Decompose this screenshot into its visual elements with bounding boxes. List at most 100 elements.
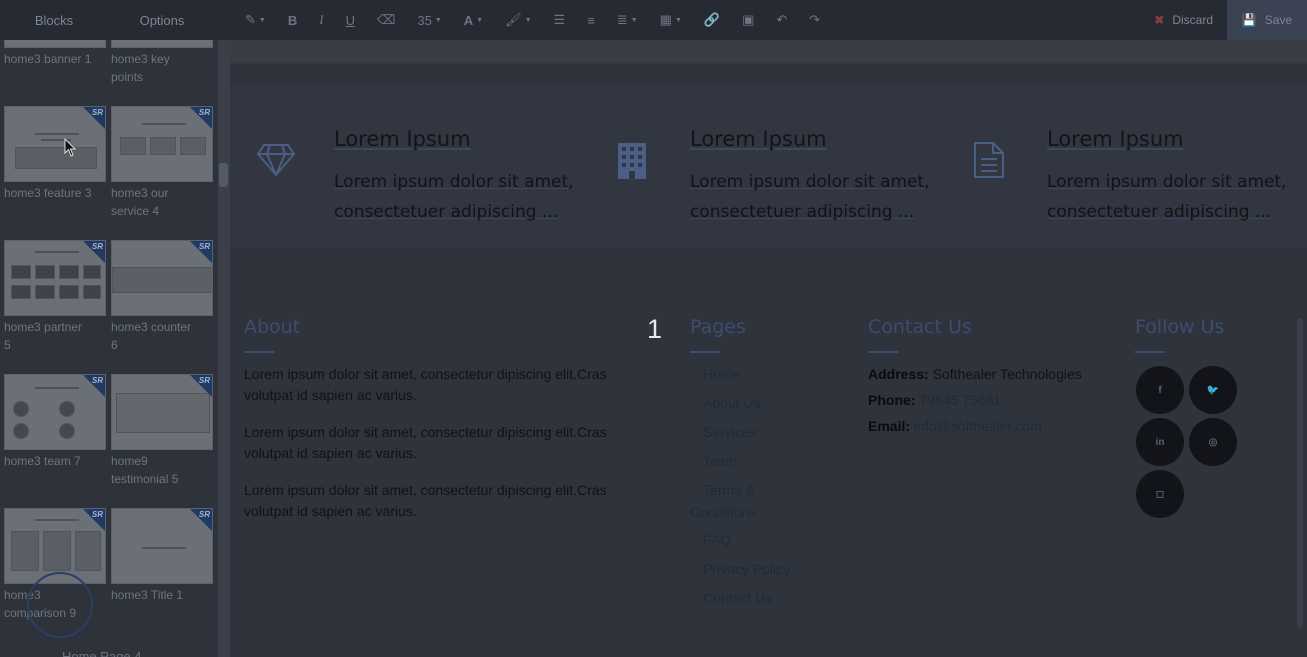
footer-link-team[interactable]: › Team	[690, 451, 830, 473]
block-label: home3 key points	[111, 52, 170, 84]
ordered-list-button[interactable]: ≡	[576, 13, 606, 28]
footer-link-home[interactable]: › Home	[690, 364, 830, 386]
image-button[interactable]: ▣	[731, 12, 765, 28]
link-button[interactable]: 🔗	[693, 12, 731, 28]
align-left-icon: ≣	[616, 12, 628, 27]
chevron-down-icon: ▼	[434, 16, 442, 24]
block-thumbnail: SR	[4, 374, 106, 450]
chevron-right-icon: ›	[690, 563, 694, 577]
footer-link-privacy-policy[interactable]: › Privacy Policy	[690, 559, 830, 581]
footer-link-about-us[interactable]: › About Us	[690, 393, 830, 415]
bold-icon: B	[287, 12, 298, 28]
block-home3-team[interactable]: SR home3 team 7	[4, 374, 106, 470]
tab-options[interactable]: Options	[108, 13, 216, 28]
underline-button[interactable]: U	[335, 13, 366, 28]
sr-logo-icon	[27, 572, 93, 638]
block-home3-counter[interactable]: SR home3 counter 6	[111, 240, 213, 354]
align-dropdown[interactable]: ≣ ▼	[606, 12, 649, 28]
chevron-down-icon: ▼	[524, 16, 532, 24]
chevron-right-icon: ›	[690, 426, 694, 440]
divider	[690, 351, 720, 353]
chevron-down-icon: ▼	[674, 16, 682, 24]
block-label: home3 partner 5	[4, 320, 83, 352]
contact-phone: Phone: 79845 75681	[868, 392, 1002, 408]
sidebar-scrollbar[interactable]	[218, 40, 230, 657]
block-home3-partner[interactable]: SR home3 partner 5	[4, 240, 106, 354]
block-home3-title[interactable]: SR home3 Title 1	[111, 508, 213, 604]
divider	[868, 351, 898, 353]
discard-button[interactable]: ✖ Discard	[1140, 13, 1227, 27]
block-label: home3 banner 1	[4, 52, 92, 66]
highlight-dropdown[interactable]: 🖌 ▼	[494, 12, 542, 28]
block-home3-key-points[interactable]: home3 key points	[111, 40, 213, 86]
redo-icon: ↷	[809, 12, 821, 27]
twitter-icon: 🐦	[1206, 384, 1220, 396]
feature-text: Lorem ipsum dolor sit amet, consectetuer…	[690, 172, 930, 222]
italic-icon: I	[319, 12, 324, 27]
linkedin-button[interactable]: in	[1136, 418, 1184, 466]
save-label: Save	[1264, 13, 1293, 27]
font-color-dropdown[interactable]: A ▼	[453, 13, 494, 28]
undo-icon: ↶	[776, 12, 788, 27]
feature-text: Lorem ipsum dolor sit amet, consectetuer…	[1047, 172, 1287, 222]
block-home3-banner[interactable]: home3 banner 1	[4, 40, 106, 68]
follow-title: Follow Us	[1135, 316, 1225, 338]
instagram-button[interactable]: ◻	[1136, 470, 1184, 518]
github-button[interactable]: ◎	[1189, 418, 1237, 466]
about-paragraph: Lorem ipsum dolor sit amet, consectetur …	[244, 424, 607, 461]
close-icon: ✖	[1154, 13, 1165, 27]
about-paragraph: Lorem ipsum dolor sit amet, consectetur …	[244, 482, 607, 519]
block-thumbnail: SR	[111, 106, 213, 182]
contact-title: Contact Us	[868, 316, 972, 338]
editor-toolbar: Blocks Options ✎ ▼ B I U ⌫ 35 ▼ A ▼ 🖌 ▼ ☰ ≡ …	[0, 0, 1307, 40]
footer-link-services[interactable]: › Services	[690, 422, 830, 444]
twitter-button[interactable]: 🐦	[1189, 366, 1237, 414]
block-label: home3 Title 1	[111, 588, 184, 602]
table-dropdown[interactable]: ▦ ▼	[649, 12, 693, 28]
link-icon: 🔗	[703, 12, 721, 27]
block-label: home3 our service 4	[111, 186, 169, 218]
footer-link-terms[interactable]: › Terms & Conditions	[690, 480, 790, 523]
unordered-list-button[interactable]: ☰	[543, 12, 577, 28]
bold-button[interactable]: B	[277, 13, 308, 28]
chevron-right-icon: ›	[690, 484, 694, 498]
tab-blocks[interactable]: Blocks	[0, 13, 108, 28]
block-label: home3 counter 6	[111, 320, 192, 352]
chevron-down-icon: ▼	[258, 16, 266, 24]
footer-link-faq[interactable]: › FAQ	[690, 530, 830, 552]
block-home9-testimonial[interactable]: SR home9 testimonial 5	[111, 374, 213, 488]
contact-email: Email: info@softhealer.com	[868, 418, 1042, 434]
contact-address: Address: Softhealer Technologies	[868, 366, 1082, 382]
feature-title: Lorem Ipsum	[334, 127, 471, 151]
eraser-button[interactable]: ⌫	[366, 12, 406, 28]
chevron-right-icon: ›	[690, 534, 694, 548]
block-home3-feature[interactable]: SR home3 feature 3	[4, 106, 106, 202]
font-size-dropdown[interactable]: 35 ▼	[406, 13, 452, 28]
save-button[interactable]: 💾 Save	[1227, 0, 1307, 40]
style-dropdown-button[interactable]: ✎ ▼	[234, 12, 277, 28]
about-paragraph: Lorem ipsum dolor sit amet, consectetur …	[244, 366, 607, 403]
instagram-icon: ◻	[1155, 488, 1165, 500]
undo-button[interactable]: ↶	[765, 12, 798, 28]
block-thumbnail: SR	[111, 508, 213, 584]
linkedin-icon: in	[1155, 436, 1165, 448]
paint-brush-icon: 🖌	[505, 12, 522, 27]
building-icon	[618, 143, 646, 179]
chevron-right-icon: ›	[690, 368, 694, 382]
canvas-scrollbar[interactable]	[1297, 318, 1303, 628]
footer-link-contact-us[interactable]: › Contact Us	[690, 588, 830, 610]
block-label: home9 testimonial 5	[111, 454, 179, 486]
sidebar-scrollbar-thumb[interactable]	[219, 163, 228, 187]
redo-button[interactable]: ↷	[798, 12, 831, 28]
pages-title: Pages	[690, 316, 746, 338]
feature-title: Lorem Ipsum	[690, 127, 827, 151]
facebook-button[interactable]: f	[1136, 366, 1184, 414]
email-link[interactable]: info@softhealer.com	[914, 418, 1042, 434]
block-home3-our-service[interactable]: SR home3 our service 4	[111, 106, 213, 220]
divider	[1135, 351, 1165, 353]
facebook-icon: f	[1158, 384, 1162, 396]
blocks-sidebar: home3 banner 1 home3 key points SR home3 …	[0, 40, 218, 657]
italic-button[interactable]: I	[308, 12, 334, 28]
document-icon	[974, 142, 1004, 178]
block-thumbnail: SR	[111, 240, 213, 316]
